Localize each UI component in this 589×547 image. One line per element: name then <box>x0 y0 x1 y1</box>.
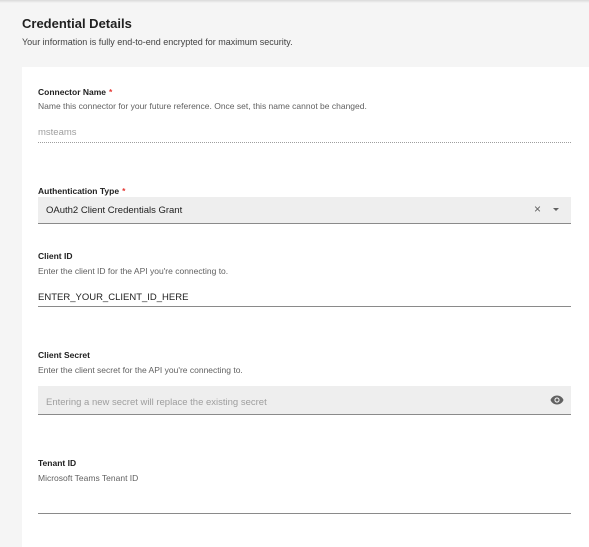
connector-name-label: Connector Name * <box>38 87 112 97</box>
top-shadow <box>0 0 589 3</box>
chevron-down-icon[interactable] <box>553 208 559 211</box>
tenant-id-label: Tenant ID <box>38 458 77 468</box>
close-icon[interactable]: × <box>534 202 541 216</box>
tenant-id-help: Microsoft Teams Tenant ID <box>38 473 139 483</box>
required-marker: * <box>109 87 113 97</box>
required-marker: * <box>122 186 126 196</box>
tenant-id-underline <box>38 513 571 514</box>
client-id-underline <box>38 306 571 307</box>
client-id-field[interactable]: ENTER_YOUR_CLIENT_ID_HERE <box>38 292 188 303</box>
client-id-label: Client ID <box>38 251 73 261</box>
connector-name-underline <box>38 142 571 143</box>
client-secret-label: Client Secret <box>38 350 90 360</box>
auth-type-label: Authentication Type * <box>38 186 125 196</box>
auth-type-label-text: Authentication Type <box>38 186 120 196</box>
page-subtitle: Your information is fully end-to-end enc… <box>22 37 293 47</box>
auth-type-selected-value: OAuth2 Client Credentials Grant <box>46 205 183 216</box>
connector-name-field[interactable]: msteams <box>38 127 77 138</box>
client-secret-help: Enter the client secret for the API you'… <box>38 365 243 375</box>
connector-name-help: Name this connector for your future refe… <box>38 101 367 111</box>
credential-form-card: Connector Name * Name this connector for … <box>22 67 589 547</box>
client-id-help: Enter the client ID for the API you're c… <box>38 266 229 276</box>
auth-type-select[interactable]: OAuth2 Client Credentials Grant × <box>38 197 571 224</box>
client-secret-placeholder: Entering a new secret will replace the e… <box>46 397 267 408</box>
client-secret-field[interactable]: Entering a new secret will replace the e… <box>38 386 571 415</box>
page-title: Credential Details <box>22 16 132 31</box>
connector-name-label-text: Connector Name <box>38 87 107 97</box>
eye-icon[interactable] <box>550 395 564 405</box>
